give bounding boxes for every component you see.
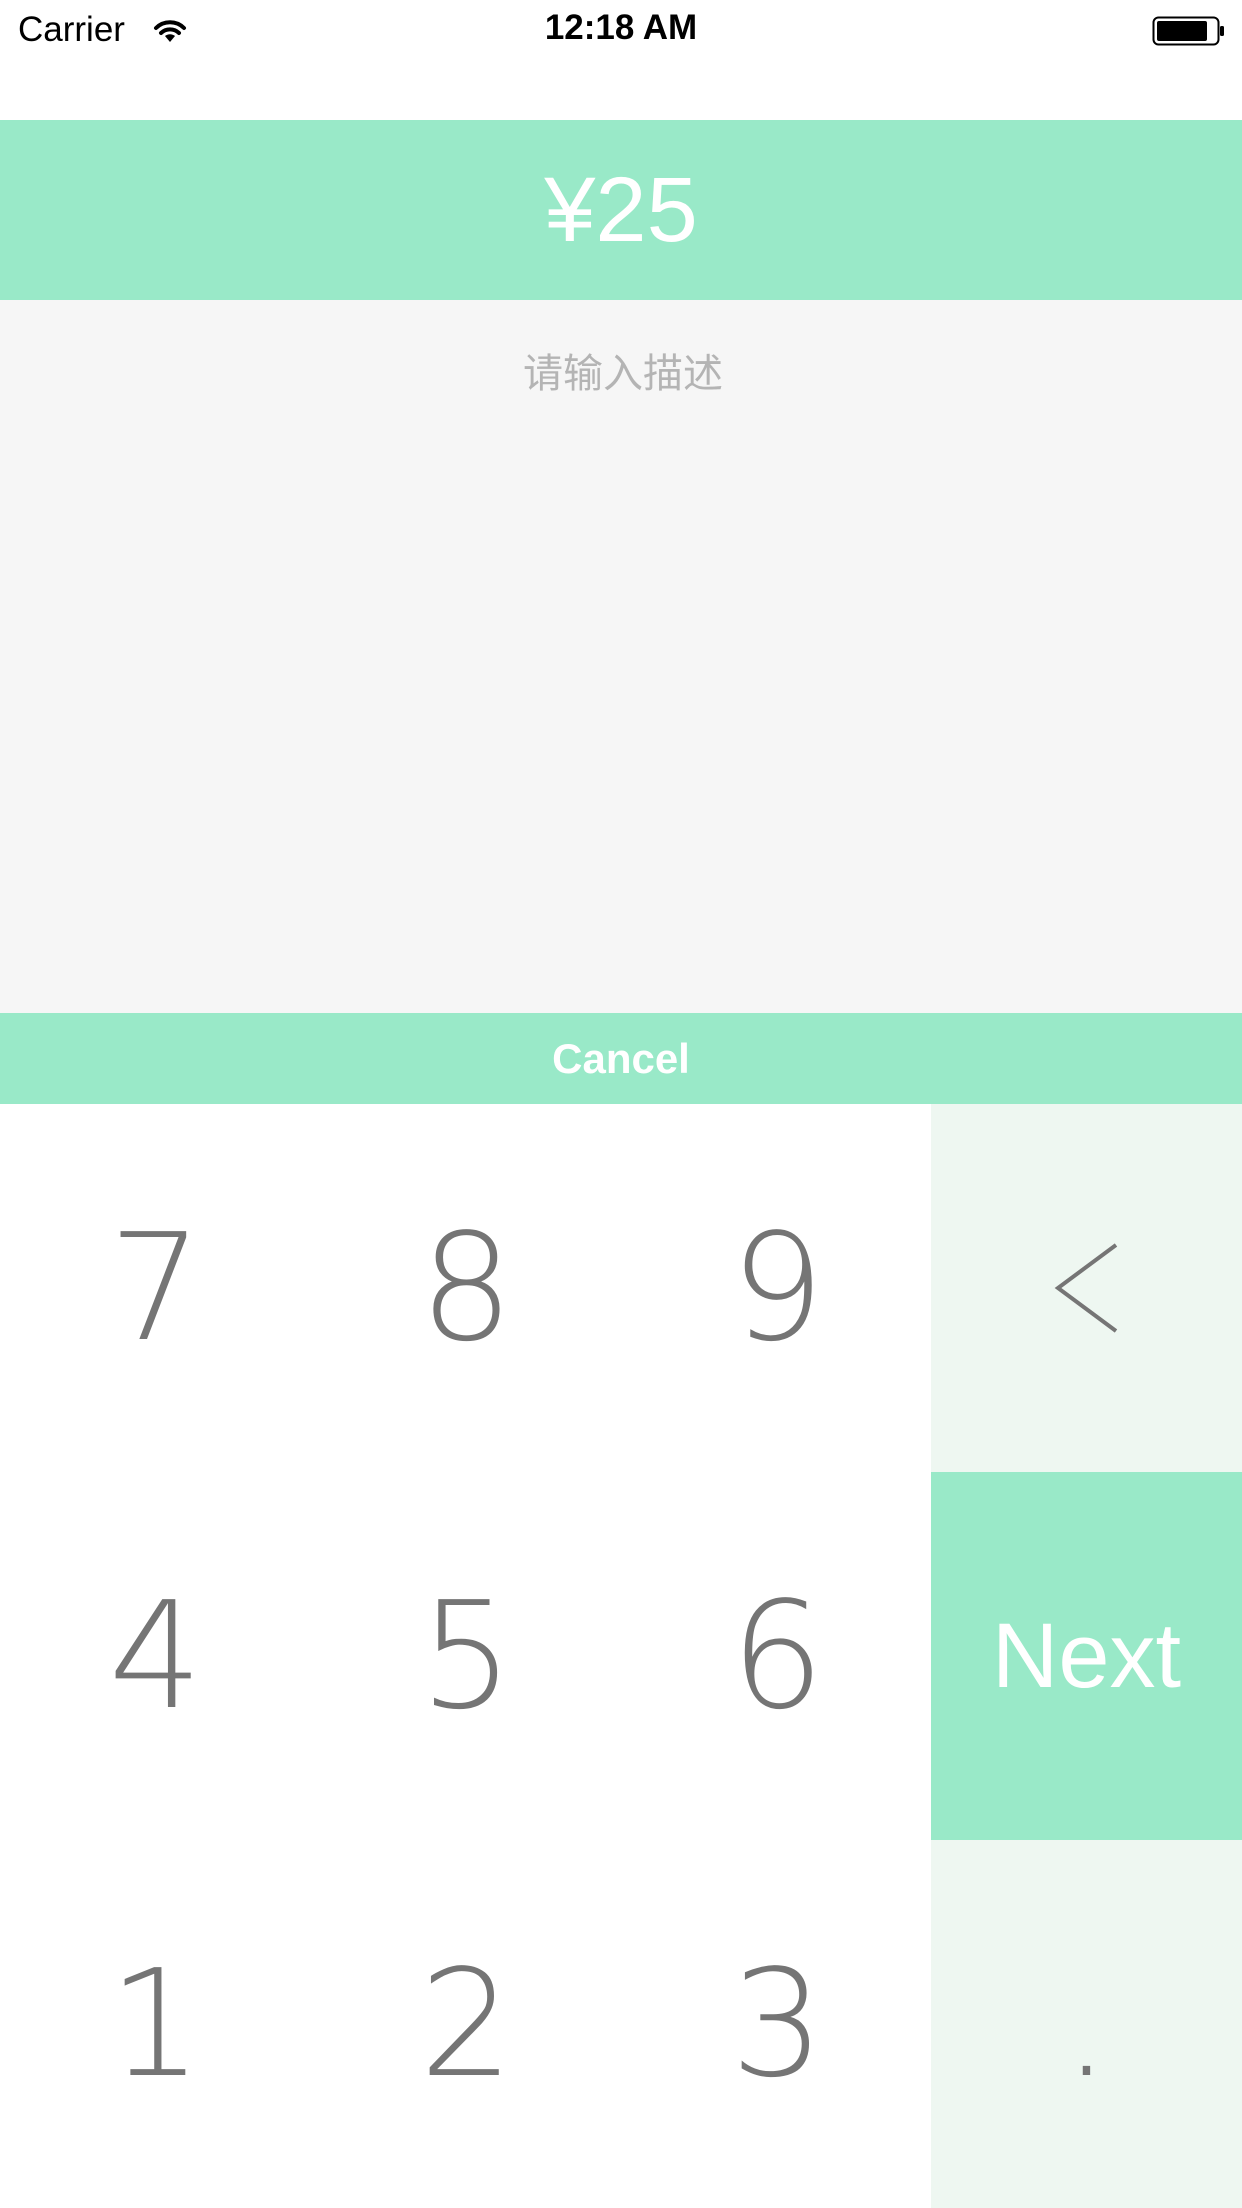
next-button[interactable]: Next	[931, 1472, 1242, 1840]
status-bar: Carrier 12:18 AM	[0, 0, 1242, 62]
key-9[interactable]: 9	[622, 1104, 933, 1472]
amount-display: ¥25	[544, 159, 698, 261]
key-2[interactable]: 2	[311, 1840, 622, 2208]
key-5[interactable]: 5	[311, 1472, 622, 1840]
key-4[interactable]: 4	[0, 1472, 311, 1840]
decimal-point-key[interactable]: .	[931, 1840, 1242, 2208]
backspace-icon	[1054, 1243, 1117, 1333]
clock: 12:18 AM	[544, 8, 698, 47]
number-keypad: 7 8 9 4 5 6 Next 1 2 3 .	[0, 1104, 1242, 2208]
screen: Carrier 12:18 AM ¥25 Cancel 7 8 9 4	[0, 0, 1242, 2208]
description-area[interactable]	[0, 300, 1242, 1013]
key-6[interactable]: 6	[622, 1472, 933, 1840]
backspace-key[interactable]	[931, 1104, 1242, 1472]
cancel-button[interactable]: Cancel	[0, 1013, 1242, 1104]
amount-header: ¥25	[0, 120, 1242, 300]
key-1[interactable]: 1	[0, 1840, 311, 2208]
key-8[interactable]: 8	[311, 1104, 622, 1472]
battery-icon	[1152, 16, 1224, 46]
key-7[interactable]: 7	[0, 1104, 311, 1472]
description-input[interactable]	[0, 350, 1242, 398]
key-3[interactable]: 3	[622, 1840, 933, 2208]
